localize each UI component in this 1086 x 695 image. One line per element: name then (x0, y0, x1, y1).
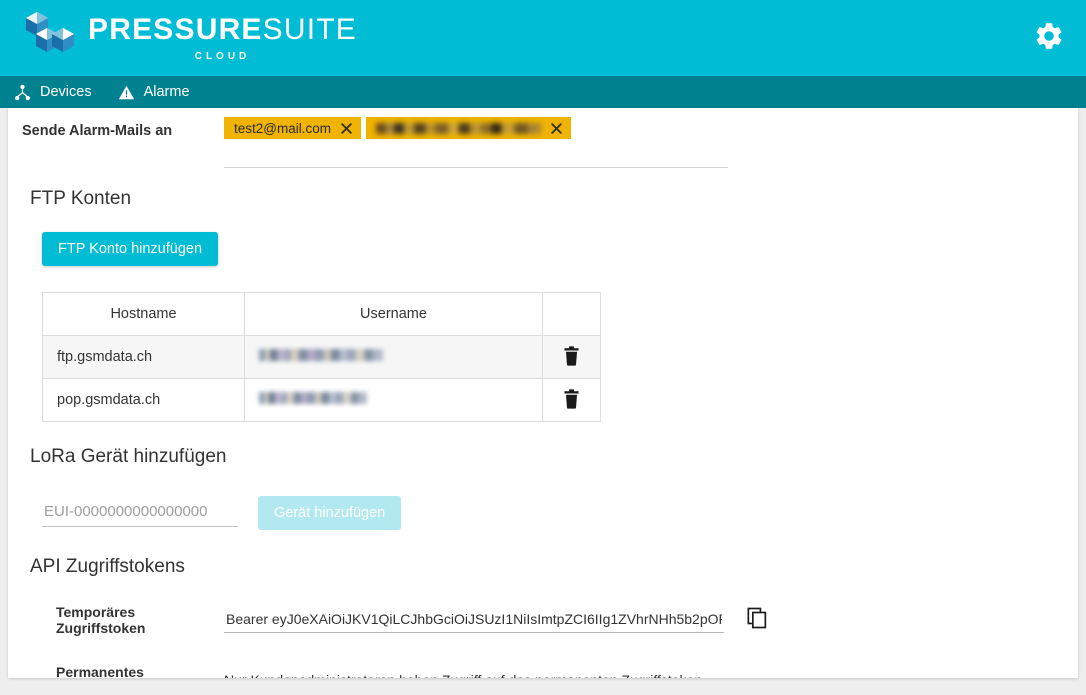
cell-actions (542, 335, 601, 379)
permanent-token-row: Permanentes Zugriffstoken Nur Kundenadmi… (22, 664, 1064, 678)
brand-name-bold: PRESSURE (88, 12, 263, 46)
brand-name: PRESSURESUITE (88, 12, 358, 46)
settings-button[interactable] (1030, 19, 1068, 57)
cell-actions (542, 378, 601, 422)
brand-wordmark: PRESSURESUITE CLOUD (88, 12, 358, 62)
alarm-mails-row: Sende Alarm-Mails an test2@mail.com (22, 108, 1064, 168)
nav-item-devices[interactable]: Devices (14, 76, 92, 108)
permanent-token-label: Permanentes Zugriffstoken (56, 664, 144, 678)
sitemap-icon (14, 84, 31, 101)
ftp-accounts-table: Hostname Username ftp.gsmdata.ch pop.gsm… (42, 292, 601, 422)
email-chip-redacted[interactable] (365, 117, 571, 139)
cell-username (244, 335, 543, 379)
permanent-token-note: Nur Kundenadministratoren haben Zugriff … (224, 672, 702, 678)
ftp-section-title: FTP Konten (30, 188, 132, 209)
delete-ftp-account-button[interactable] (561, 388, 583, 410)
nav-item-alarme[interactable]: Alarme (118, 76, 190, 108)
column-header-username: Username (244, 292, 543, 336)
temporary-token-row: Temporäres Zugriffstoken (22, 604, 1064, 636)
username-redacted (259, 349, 383, 361)
brand-logo: PRESSURESUITE CLOUD (0, 10, 357, 66)
lora-section-title: LoRa Gerät hinzufügen (30, 446, 227, 467)
email-chip-label: test2@mail.com (234, 120, 331, 136)
temporary-token-input[interactable] (224, 607, 724, 633)
column-header-actions (542, 292, 601, 336)
table-row: ftp.gsmdata.ch (42, 335, 601, 379)
table-row: pop.gsmdata.ch (42, 378, 601, 422)
copy-token-button[interactable] (746, 607, 768, 634)
username-redacted (259, 392, 367, 404)
email-chip[interactable]: test2@mail.com (224, 117, 361, 139)
email-chip-label-redacted (375, 122, 541, 134)
alarm-mails-label: Sende Alarm-Mails an (22, 123, 173, 139)
nav-item-alarme-label: Alarme (143, 84, 190, 100)
gear-icon (1033, 20, 1065, 57)
api-tokens-section-title: API Zugriffstokens (30, 556, 185, 577)
cell-hostname: ftp.gsmdata.ch (42, 335, 245, 379)
add-ftp-account-button[interactable]: FTP Konto hinzufügen (42, 232, 219, 266)
nav-item-devices-label: Devices (40, 84, 92, 100)
brand-tagline: CLOUD (194, 50, 251, 62)
delete-ftp-account-button[interactable] (561, 345, 583, 367)
alarm-mails-chip-list[interactable]: test2@mail.com (224, 117, 728, 168)
column-header-hostname: Hostname (42, 292, 245, 336)
lora-section: LoRa Gerät hinzufügen Gerät hinzufügen (22, 446, 1064, 530)
close-icon[interactable] (340, 121, 354, 135)
cell-hostname: pop.gsmdata.ch (42, 378, 245, 422)
ftp-section: FTP Konten FTP Konto hinzufügen Hostname… (22, 188, 1064, 422)
temporary-token-label: Temporäres Zugriffstoken (56, 604, 146, 636)
pressuresuite-hex-logo-icon (18, 10, 80, 66)
table-header-row: Hostname Username (42, 292, 601, 336)
warning-triangle-icon (118, 84, 135, 101)
app-header: PRESSURESUITE CLOUD (0, 0, 1086, 76)
cell-username (244, 378, 543, 422)
api-tokens-section: API Zugriffstokens Temporäres Zugriffsto… (22, 556, 1064, 678)
copy-icon (747, 607, 767, 634)
brand-name-light: SUITE (262, 12, 358, 46)
close-icon[interactable] (550, 121, 564, 135)
lora-eui-input[interactable] (42, 499, 238, 527)
add-lora-device-button[interactable]: Gerät hinzufügen (258, 496, 402, 530)
main-navigation: Devices Alarme (0, 76, 1086, 108)
settings-content-card: Sende Alarm-Mails an test2@mail.com FTP … (8, 108, 1078, 678)
